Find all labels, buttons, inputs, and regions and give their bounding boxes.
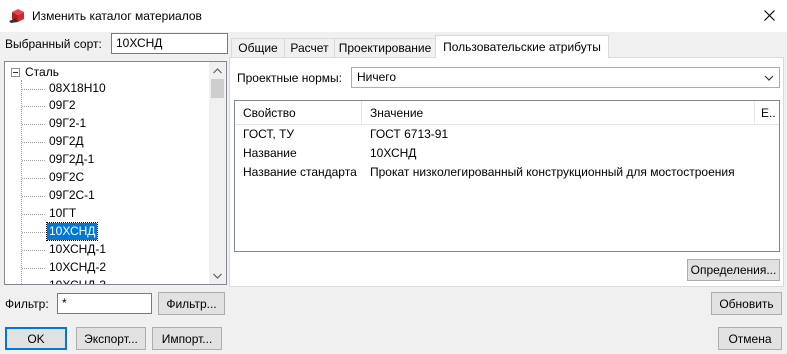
tree-item[interactable]: 10ХСНД-2 (47, 259, 108, 276)
cell-property: Название стандарта (243, 165, 357, 179)
tab-calculation[interactable]: Расчет (284, 38, 335, 57)
chevron-down-icon (213, 273, 222, 279)
tree-item[interactable]: 09Г2С (47, 169, 86, 186)
design-norms-value: Ничего (357, 70, 397, 84)
cancel-button[interactable]: Отмена (718, 327, 782, 350)
filter-input[interactable]: * (57, 293, 152, 314)
cell-value: ГОСТ 6713-91 (370, 127, 449, 141)
tab-general[interactable]: Общие (231, 38, 285, 57)
import-button[interactable]: Импорт... (152, 327, 222, 350)
tree-item[interactable]: 09Г2Д-1 (47, 151, 96, 168)
close-icon (764, 9, 775, 21)
table-row[interactable]: Название стандарта Прокат низколегирован… (235, 163, 779, 182)
export-button[interactable]: Экспорт... (76, 327, 146, 350)
column-header-property[interactable]: Свойство (235, 101, 362, 125)
selected-grade-field[interactable]: 10ХСНД (111, 33, 228, 54)
cell-value: Прокат низколегированный конструкционный… (370, 165, 735, 179)
scroll-thumb[interactable] (211, 79, 224, 98)
close-button[interactable] (752, 0, 787, 30)
scroll-down-button[interactable] (209, 267, 226, 284)
selected-grade-label: Выбранный сорт: (5, 37, 102, 51)
cell-property: Название (243, 146, 297, 160)
table-header: Свойство Значение Е.. (235, 101, 779, 125)
tree-root-node[interactable]: Сталь (11, 64, 59, 80)
tree-root-label: Сталь (25, 65, 59, 79)
window-title: Изменить каталог материалов (32, 9, 202, 23)
design-norms-select[interactable]: Ничего (351, 67, 780, 88)
definitions-button[interactable]: Определения... (687, 259, 780, 281)
scroll-up-button[interactable] (209, 62, 226, 79)
tab-user-attributes[interactable]: Пользовательские атрибуты (435, 35, 609, 58)
update-button[interactable]: Обновить (711, 292, 782, 315)
collapse-icon[interactable] (11, 67, 20, 77)
tree-item[interactable]: 08Х18Н10 (47, 80, 108, 97)
attributes-table[interactable]: Свойство Значение Е.. ГОСТ, ТУ ГОСТ 6713… (234, 100, 780, 252)
app-icon (9, 9, 24, 23)
column-header-value[interactable]: Значение (362, 101, 755, 125)
filter-label: Фильтр: (5, 297, 49, 311)
table-row[interactable]: Название 10ХСНД (235, 144, 779, 163)
table-row[interactable]: ГОСТ, ТУ ГОСТ 6713-91 (235, 125, 779, 144)
chevron-down-icon (764, 75, 774, 81)
tree-item[interactable]: 09Г2-1 (47, 115, 88, 132)
tree-connector (21, 80, 22, 284)
design-norms-label: Проектные нормы: (237, 71, 342, 85)
column-header-unit[interactable]: Е.. (755, 101, 779, 125)
tree-item[interactable]: 10ХСНД-1 (47, 241, 108, 258)
cell-property: ГОСТ, ТУ (243, 127, 295, 141)
filter-button[interactable]: Фильтр... (158, 292, 225, 315)
ok-button[interactable]: OK (5, 327, 67, 350)
tree-item[interactable]: 09Г2 (47, 97, 78, 114)
cell-value: 10ХСНД (370, 146, 417, 160)
tree-item[interactable]: 09Г2С-1 (47, 187, 97, 204)
tree-item-selected[interactable]: 10ХСНД (45, 222, 99, 241)
materials-tree[interactable]: Сталь 08Х18Н10 09Г2 09Г2-1 09Г2Д 09Г2Д-1… (4, 61, 227, 285)
tree-item[interactable]: 09Г2Д (47, 133, 86, 150)
tree-scrollbar[interactable] (209, 62, 226, 284)
tree-item[interactable]: 10ГТ (47, 205, 78, 222)
tab-design[interactable]: Проектирование (334, 38, 436, 57)
chevron-up-icon (213, 67, 222, 73)
tree-item[interactable]: 10ХСНД-3 (47, 277, 108, 284)
